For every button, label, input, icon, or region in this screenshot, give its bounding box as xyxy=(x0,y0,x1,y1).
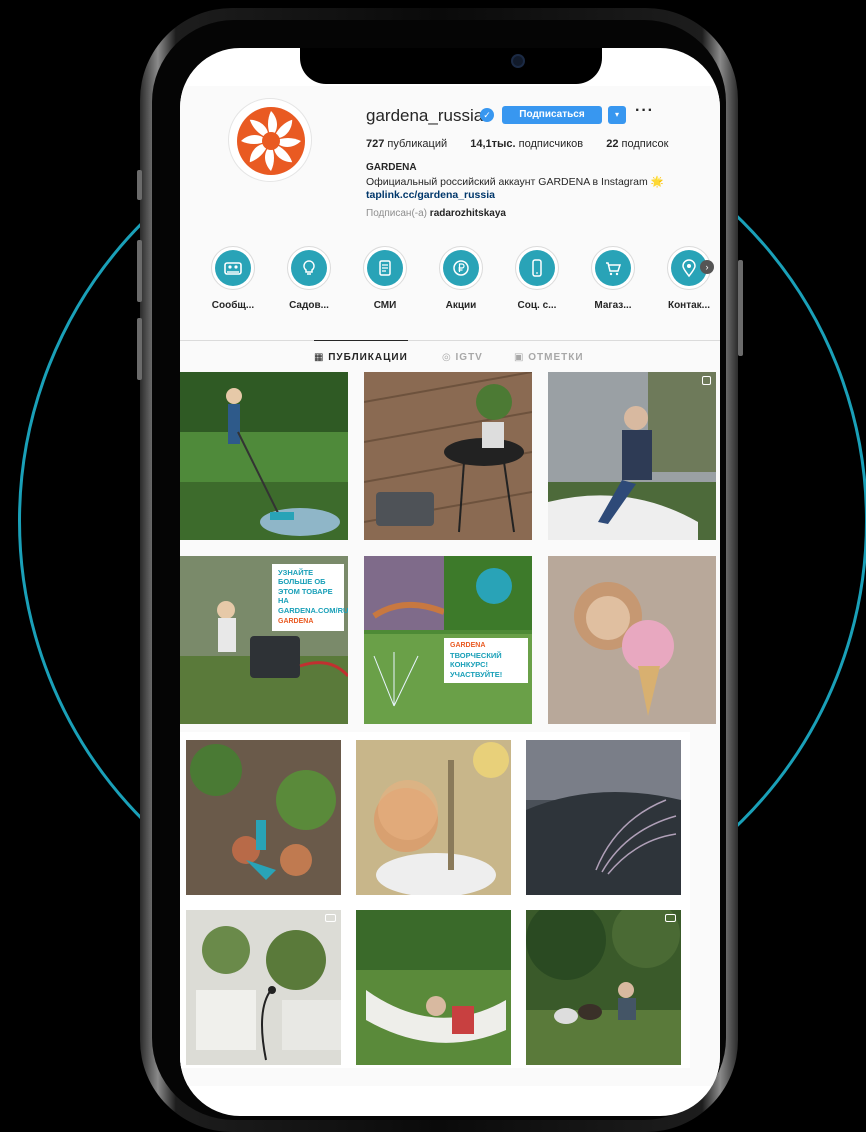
profile-stats: 727 публикаций 14,1тыс. подписчиков 22 п… xyxy=(366,138,688,150)
post-thumbnail[interactable] xyxy=(356,740,511,895)
post-image xyxy=(180,372,348,540)
tab-igtv[interactable]: ◎ IGTV xyxy=(442,352,483,363)
post-thumbnail[interactable] xyxy=(186,910,341,1065)
post-image xyxy=(356,740,511,895)
post-thumbnail[interactable] xyxy=(526,740,681,895)
verified-badge-icon: ✓ xyxy=(480,108,494,122)
highlight-media[interactable]: СМИ xyxy=(352,246,418,311)
profile-username: gardena_russia xyxy=(366,106,484,125)
story-highlights: Сообщ... Садов... СМИ Акции Соц. с... Ма… xyxy=(200,246,720,326)
tabs-divider xyxy=(180,340,720,341)
profile-name: GARDENA xyxy=(366,162,417,173)
cart-icon xyxy=(606,262,622,276)
document-icon xyxy=(379,260,391,276)
followers-stat[interactable]: 14,1тыс. подписчиков xyxy=(470,138,583,150)
followed-by-user-link[interactable]: radarozhitskaya xyxy=(430,208,506,219)
highlight-social[interactable]: Соц. с... xyxy=(504,246,570,311)
post-thumbnail[interactable] xyxy=(526,910,681,1065)
post-thumbnail[interactable] xyxy=(186,740,341,895)
phone-screen: gardena_russia ✓ Подписаться ▾ ··· 727 п… xyxy=(180,48,720,1116)
ruble-coin-icon xyxy=(453,260,469,276)
highlight-garden[interactable]: Садов... xyxy=(276,246,342,311)
following-stat[interactable]: 22 подписок xyxy=(606,138,668,150)
gardena-brand: GARDENA xyxy=(450,642,486,649)
post-thumbnail[interactable]: GARDENA ТВОРЧЕСКИЙ КОНКУРС! УЧАСТВУЙТЕ! xyxy=(364,556,532,724)
follow-button[interactable]: Подписаться xyxy=(502,106,602,124)
profile-avatar[interactable] xyxy=(228,98,312,182)
igtv-icon: ◎ xyxy=(442,352,452,363)
multiple-photos-icon xyxy=(702,376,711,385)
highlight-contacts[interactable]: Контак... xyxy=(656,246,720,311)
tab-posts[interactable]: ▦ ПУБЛИКАЦИИ xyxy=(314,352,408,363)
followed-by-text: Подписан(-а) radarozhitskaya xyxy=(366,208,506,219)
post-thumbnail[interactable]: УЗНАЙТЕ БОЛЬШЕ ОБ ЭТОМ ТОВАРЕ НА GARDENA… xyxy=(180,556,348,724)
phone-icon xyxy=(532,259,542,277)
camera-icon xyxy=(511,54,525,68)
post-thumbnail[interactable] xyxy=(180,372,348,540)
highlight-promotions[interactable]: Акции xyxy=(428,246,494,311)
active-tab-indicator xyxy=(314,340,408,341)
profile-bio: Официальный российский аккаунт GARDENA в… xyxy=(366,176,664,188)
location-pin-icon xyxy=(682,259,696,278)
post-image xyxy=(548,556,716,724)
post-image xyxy=(526,910,681,1065)
power-button xyxy=(738,260,743,356)
tagged-icon: ▣ xyxy=(514,352,525,363)
post-image xyxy=(356,910,511,1065)
bulb-icon xyxy=(303,260,315,275)
follow-dropdown-button[interactable]: ▾ xyxy=(608,106,626,124)
volume-up-button xyxy=(137,240,142,302)
tab-tagged[interactable]: ▣ ОТМЕТКИ xyxy=(514,352,584,363)
contest-card: GARDENA ТВОРЧЕСКИЙ КОНКУРС! УЧАСТВУЙТЕ! xyxy=(444,638,528,683)
profile-link[interactable]: taplink.cc/gardena_russia xyxy=(366,189,495,201)
post-thumbnail[interactable] xyxy=(548,372,716,540)
posts-stat[interactable]: 727 публикаций xyxy=(366,138,447,150)
highlights-next-icon[interactable]: › xyxy=(700,260,714,274)
post-thumbnail[interactable] xyxy=(548,556,716,724)
gardena-brand: GARDENA xyxy=(278,617,314,625)
instagram-profile: gardena_russia ✓ Подписаться ▾ ··· 727 п… xyxy=(180,86,720,1086)
post-image xyxy=(186,740,341,895)
highlight-shop[interactable]: Магаз... xyxy=(580,246,646,311)
mute-switch xyxy=(137,170,142,200)
post-thumbnail[interactable] xyxy=(356,910,511,1065)
promo-card: УЗНАЙТЕ БОЛЬШЕ ОБ ЭТОМ ТОВАРЕ НА GARDENA… xyxy=(272,564,348,631)
volume-down-button xyxy=(137,318,142,380)
post-thumbnail[interactable] xyxy=(364,372,532,540)
post-image xyxy=(548,372,716,540)
post-image xyxy=(526,740,681,895)
notch xyxy=(300,48,602,84)
community-icon xyxy=(224,262,242,275)
post-image xyxy=(186,910,341,1065)
video-icon xyxy=(325,914,336,922)
video-icon xyxy=(665,914,676,922)
grid-icon: ▦ xyxy=(314,352,325,363)
gardena-logo-icon xyxy=(237,107,305,175)
more-options-icon[interactable]: ··· xyxy=(635,102,654,120)
post-image xyxy=(364,372,532,540)
highlight-community[interactable]: Сообщ... xyxy=(200,246,266,311)
